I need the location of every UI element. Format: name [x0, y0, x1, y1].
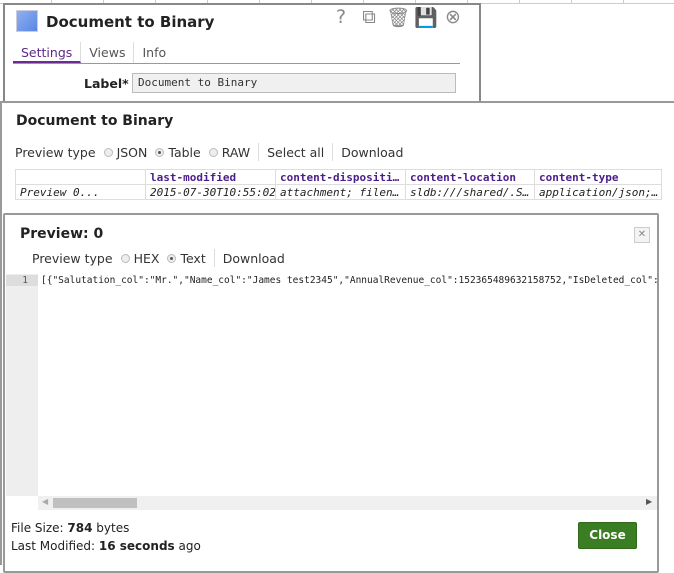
- file-size-unit: bytes: [96, 521, 130, 535]
- radio-raw[interactable]: [208, 147, 218, 157]
- select-all-link[interactable]: Select all: [267, 145, 324, 160]
- radio-json-label[interactable]: JSON: [117, 145, 148, 160]
- download-link[interactable]: Download: [341, 145, 403, 160]
- last-modified-value: 16 seconds: [98, 539, 175, 553]
- tab-info[interactable]: Info: [134, 42, 174, 63]
- radio-text-label[interactable]: Text: [180, 251, 205, 266]
- radio-raw-label[interactable]: RAW: [222, 145, 250, 160]
- table-cell: 2015-07-30T10:55:02: [145, 184, 276, 200]
- column-header: [15, 169, 146, 185]
- code-line[interactable]: [{"Salutation_col":"Mr.","Name_col":"Jam…: [41, 275, 657, 286]
- radio-table[interactable]: [155, 147, 165, 157]
- radio-hex[interactable]: [120, 253, 130, 263]
- file-size: File Size: 784 bytes: [11, 521, 129, 535]
- column-header[interactable]: content-location: [405, 169, 535, 185]
- table-cell: attachment; filen…: [275, 184, 406, 200]
- last-modified-suffix: ago: [178, 539, 201, 553]
- radio-text[interactable]: [167, 253, 177, 263]
- export-icon[interactable]: ⧉: [358, 6, 380, 29]
- trash-icon[interactable]: 🗑: [386, 6, 410, 29]
- scroll-right-icon[interactable]: ▶: [646, 497, 652, 506]
- dialog-title: Document to Binary: [46, 13, 215, 31]
- close-icon[interactable]: ⊗: [442, 6, 464, 29]
- file-size-label: File Size:: [11, 521, 64, 535]
- panel-title: Document to Binary: [16, 113, 174, 129]
- modal-close-icon[interactable]: ✕: [634, 227, 650, 243]
- table-cell: application/json;…: [534, 184, 662, 200]
- column-header[interactable]: content-type: [534, 169, 662, 185]
- last-modified: Last Modified: 16 seconds ago: [11, 539, 201, 553]
- scrollbar-thumb[interactable]: [53, 498, 137, 508]
- radio-table-label[interactable]: Table: [168, 145, 200, 160]
- radio-json[interactable]: [103, 147, 113, 157]
- snap-icon: [16, 10, 38, 32]
- column-header[interactable]: content-dispositi…: [275, 169, 406, 185]
- tab-settings[interactable]: Settings: [13, 42, 82, 63]
- editor-gutter: [6, 274, 38, 496]
- table-row[interactable]: Preview 0... 2015-07-30T10:55:02 attachm…: [15, 184, 662, 200]
- table-cell[interactable]: Preview 0...: [15, 184, 146, 200]
- column-header[interactable]: last-modified: [145, 169, 276, 185]
- label-input[interactable]: Document to Binary: [132, 73, 456, 93]
- preview-table: last-modified content-dispositi… content…: [15, 169, 662, 200]
- close-button[interactable]: Close: [578, 522, 637, 549]
- radio-hex-label[interactable]: HEX: [134, 251, 160, 266]
- preview-type-label: Preview type: [32, 250, 113, 266]
- preview-type-label: Preview type: [15, 144, 96, 160]
- table-cell: sldb:///shared/.S…: [405, 184, 535, 200]
- line-number: 1: [6, 275, 38, 286]
- last-modified-label: Last Modified:: [11, 539, 96, 553]
- help-icon[interactable]: ?: [330, 6, 352, 29]
- modal-title: Preview: 0: [20, 226, 104, 242]
- download-link[interactable]: Download: [223, 251, 285, 266]
- tab-bar: Settings Views Info: [13, 42, 460, 64]
- label-caption: Label*: [84, 76, 129, 91]
- code-editor[interactable]: [6, 274, 656, 510]
- tab-views[interactable]: Views: [81, 42, 135, 63]
- file-size-value: 784: [67, 521, 93, 535]
- save-icon[interactable]: 💾: [414, 6, 438, 29]
- scroll-left-icon[interactable]: ◀: [42, 497, 48, 506]
